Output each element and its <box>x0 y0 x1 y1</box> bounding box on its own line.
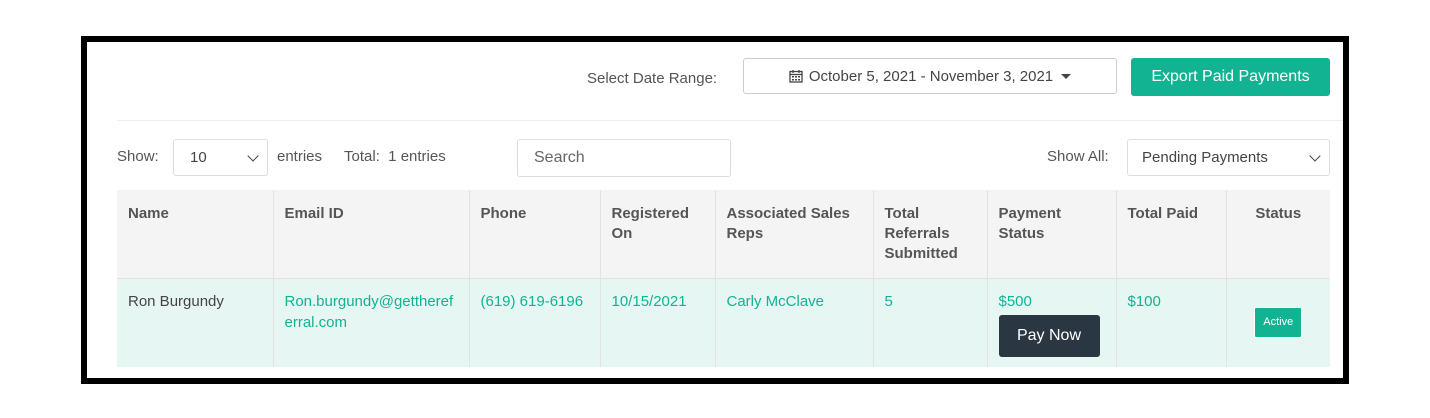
column-header-total-paid[interactable]: Total Paid <box>1116 190 1227 279</box>
payment-filter-value: Pending Payments <box>1142 149 1268 166</box>
column-header-sales-reps[interactable]: Associated Sales Reps <box>715 190 874 279</box>
show-label: Show: <box>117 148 159 165</box>
entries-per-page-value: 10 <box>190 149 207 166</box>
cell-status: Active <box>1226 278 1330 367</box>
calendar-icon <box>789 70 803 83</box>
column-header-phone[interactable]: Phone <box>469 190 601 279</box>
cell-name: Ron Burgundy <box>117 278 274 367</box>
date-range-picker[interactable]: October 5, 2021 - November 3, 2021 <box>743 58 1117 94</box>
cell-sales-rep[interactable]: Carly McClave <box>715 278 874 367</box>
column-header-name[interactable]: Name <box>117 190 274 279</box>
date-range-value: October 5, 2021 - November 3, 2021 <box>808 67 1054 85</box>
cell-phone[interactable]: (619) 619-6196 <box>469 278 601 367</box>
table-header-row: Name Email ID Phone Registered On Associ… <box>117 190 1330 279</box>
divider <box>117 120 1343 121</box>
payments-panel: Select Date Range: October 5, 2021 - Nov… <box>81 36 1349 384</box>
total-entries-label: Total: 1 entries <box>344 148 446 165</box>
entries-per-page-select[interactable]: 10 <box>173 139 268 176</box>
pay-now-button[interactable]: Pay Now <box>998 315 1100 357</box>
column-header-registered-on[interactable]: Registered On <box>600 190 716 279</box>
payment-filter-select[interactable]: Pending Payments <box>1127 139 1330 176</box>
caret-down-icon <box>1061 73 1072 79</box>
export-paid-payments-button[interactable]: Export Paid Payments <box>1131 58 1330 96</box>
cell-total-paid: $100 <box>1116 278 1227 367</box>
show-all-label: Show All: <box>1047 148 1109 165</box>
search-input[interactable] <box>517 139 731 177</box>
cell-payment-status: $500 Pay Now <box>987 278 1117 367</box>
cell-total-referrals[interactable]: 5 <box>873 278 988 367</box>
column-header-email[interactable]: Email ID <box>273 190 470 279</box>
payment-amount: $500 <box>998 293 1032 310</box>
cell-registered-on: 10/15/2021 <box>600 278 716 367</box>
table-row: Ron Burgundy Ron.burgundy@getthereferral… <box>117 278 1330 367</box>
date-range-label: Select Date Range: <box>587 70 718 87</box>
column-header-payment-status[interactable]: Payment Status <box>987 190 1117 279</box>
entries-label: entries <box>277 148 323 165</box>
payments-table: Name Email ID Phone Registered On Associ… <box>117 190 1330 367</box>
status-badge: Active <box>1254 307 1303 338</box>
chevron-down-icon <box>1309 149 1321 162</box>
column-header-status[interactable]: Status <box>1226 190 1330 279</box>
column-header-total-referrals[interactable]: Total Referrals Submitted <box>873 190 988 279</box>
chevron-down-icon <box>247 149 259 162</box>
cell-email[interactable]: Ron.burgundy@getthereferral.com <box>273 278 470 367</box>
